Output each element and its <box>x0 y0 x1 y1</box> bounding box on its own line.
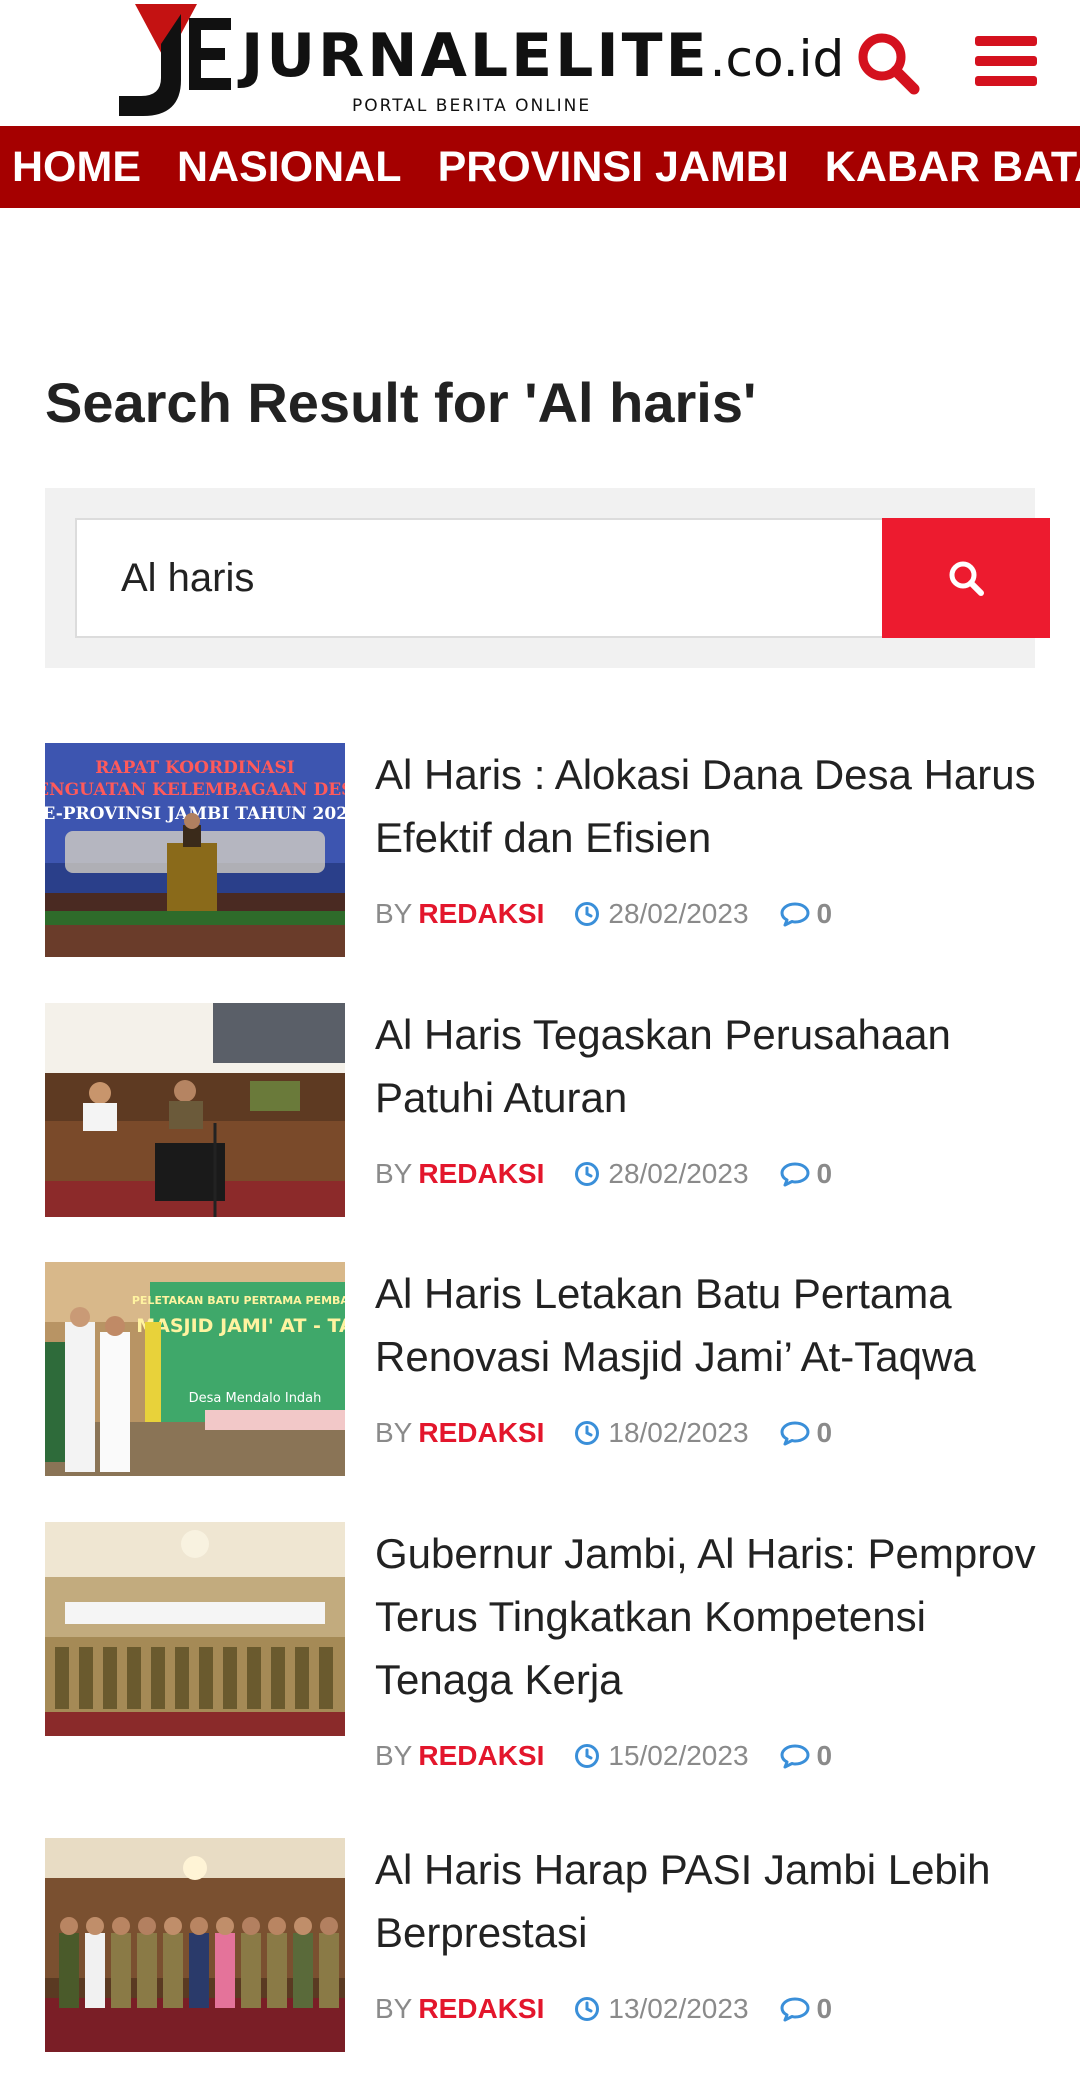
nav-item-nasional[interactable]: NASIONAL <box>165 126 414 208</box>
search-form <box>45 488 1050 668</box>
comment-count[interactable]: 0 <box>817 1158 833 1190</box>
search-submit-button[interactable] <box>882 518 1050 638</box>
article-thumbnail[interactable]: RAPAT KOORDINASI PENGUATAN KELEMBAGAAN D… <box>45 743 345 957</box>
nav-item-provinsi-jambi[interactable]: PROVINSI JAMBI <box>426 126 801 208</box>
site-header: JURNALELITE.co.id PORTAL BERITA ONLINE <box>0 0 1080 126</box>
byline-label: BY <box>375 1417 413 1448</box>
article-image <box>45 1003 345 1217</box>
comment-count[interactable]: 0 <box>817 1993 833 2025</box>
logo-wordmark: JURNALELITE.co.id <box>241 21 845 91</box>
article-author[interactable]: REDAKSI <box>418 1417 544 1449</box>
byline-label: BY <box>375 1740 413 1771</box>
list-item: PELETAKAN BATU PERTAMA PEMBAN MASJID JAM… <box>45 1262 1035 1477</box>
search-icon <box>949 561 984 596</box>
byline-label: BY <box>375 898 413 929</box>
article-thumbnail[interactable]: PELETAKAN BATU PERTAMA PEMBAN MASJID JAM… <box>45 1262 345 1476</box>
article-date: 13/02/2023 <box>608 1993 749 2024</box>
main-navigation: HOMENASIONALPROVINSI JAMBIKABAR BATANGHA… <box>0 126 1080 208</box>
logo-mark-icon <box>119 4 231 116</box>
comment-icon[interactable] <box>779 901 811 927</box>
menu-button[interactable] <box>975 36 1037 86</box>
byline-label: BY <box>375 1158 413 1189</box>
list-item: RAPAT KOORDINASI PENGUATAN KELEMBAGAAN D… <box>45 743 1036 958</box>
article-title[interactable]: Al Haris Harap PASI Jambi Lebih Berprest… <box>375 1838 1055 1964</box>
article-meta: BY REDAKSI 18/02/2023 0 <box>375 1417 832 1449</box>
nav-item-home[interactable]: HOME <box>0 126 153 208</box>
hamburger-line <box>975 76 1037 86</box>
search-input[interactable] <box>75 518 883 638</box>
article-thumbnail[interactable] <box>45 1522 345 1736</box>
clock-icon <box>574 1743 600 1769</box>
article-date: 15/02/2023 <box>608 1740 749 1771</box>
article-date: 28/02/2023 <box>608 898 749 929</box>
clock-icon <box>574 901 600 927</box>
article-meta: BY REDAKSI 28/02/2023 0 <box>375 1158 832 1190</box>
logo-tagline: PORTAL BERITA ONLINE <box>352 96 592 116</box>
article-image: RAPAT KOORDINASI PENGUATAN KELEMBAGAAN D… <box>45 743 345 957</box>
list-item: Gubernur Jambi, Al Haris: Pemprov Terus … <box>45 1522 1036 1792</box>
list-item: Al Haris Tegaskan Perusahaan Patuhi Atur… <box>45 1003 1035 1218</box>
clock-icon <box>574 1420 600 1446</box>
article-date: 18/02/2023 <box>608 1417 749 1448</box>
article-meta: BY REDAKSI 15/02/2023 0 <box>375 1740 832 1772</box>
article-author[interactable]: REDAKSI <box>418 1740 544 1772</box>
thumb-caption: PELETAKAN BATU PERTAMA PEMBAN <box>132 1294 345 1307</box>
search-icon <box>858 33 920 95</box>
article-meta: BY REDAKSI 28/02/2023 0 <box>375 898 832 930</box>
thumb-caption: Desa Mendalo Indah <box>189 1391 322 1406</box>
header-search-button[interactable] <box>855 30 921 96</box>
comment-count[interactable]: 0 <box>817 1740 833 1772</box>
comment-icon[interactable] <box>779 1743 811 1769</box>
article-image: PELETAKAN BATU PERTAMA PEMBAN MASJID JAM… <box>45 1262 345 1476</box>
hamburger-icon <box>975 36 1037 46</box>
nav-item-kabar-batanghari[interactable]: KABAR BATANGHARI <box>813 126 1080 208</box>
page-title: Search Result for 'Al haris' <box>45 371 757 434</box>
article-title[interactable]: Gubernur Jambi, Al Haris: Pemprov Terus … <box>375 1522 1055 1711</box>
comment-icon[interactable] <box>779 1996 811 2022</box>
comment-count[interactable]: 0 <box>817 1417 833 1449</box>
comment-icon[interactable] <box>779 1420 811 1446</box>
article-meta: BY REDAKSI 13/02/2023 0 <box>375 1993 832 2025</box>
article-thumbnail[interactable] <box>45 1838 345 2052</box>
article-date: 28/02/2023 <box>608 1158 749 1189</box>
article-image <box>45 1522 345 1736</box>
comment-icon[interactable] <box>779 1161 811 1187</box>
comment-count[interactable]: 0 <box>817 898 833 930</box>
list-item: Al Haris Harap PASI Jambi Lebih Berprest… <box>45 1838 1035 2053</box>
article-title[interactable]: Al Haris Tegaskan Perusahaan Patuhi Atur… <box>375 1003 1055 1129</box>
thumb-caption: PENGUATAN KELEMBAGAAN DESA <box>45 780 345 800</box>
article-author[interactable]: REDAKSI <box>418 1993 544 2025</box>
thumb-caption: RAPAT KOORDINASI <box>95 758 294 778</box>
hamburger-line <box>975 56 1037 66</box>
site-logo[interactable]: JURNALELITE.co.id PORTAL BERITA ONLINE <box>115 4 844 122</box>
article-title[interactable]: Al Haris Letakan Batu Pertama Renovasi M… <box>375 1262 1055 1388</box>
article-author[interactable]: REDAKSI <box>418 898 544 930</box>
clock-icon <box>574 1161 600 1187</box>
article-thumbnail[interactable] <box>45 1003 345 1217</box>
article-image <box>45 1838 345 2052</box>
byline-label: BY <box>375 1993 413 2024</box>
clock-icon <box>574 1996 600 2022</box>
article-title[interactable]: Al Haris : Alokasi Dana Desa Harus Efekt… <box>375 743 1055 869</box>
article-author[interactable]: REDAKSI <box>418 1158 544 1190</box>
thumb-caption: MASJID JAMI' AT - TA <box>136 1315 345 1337</box>
